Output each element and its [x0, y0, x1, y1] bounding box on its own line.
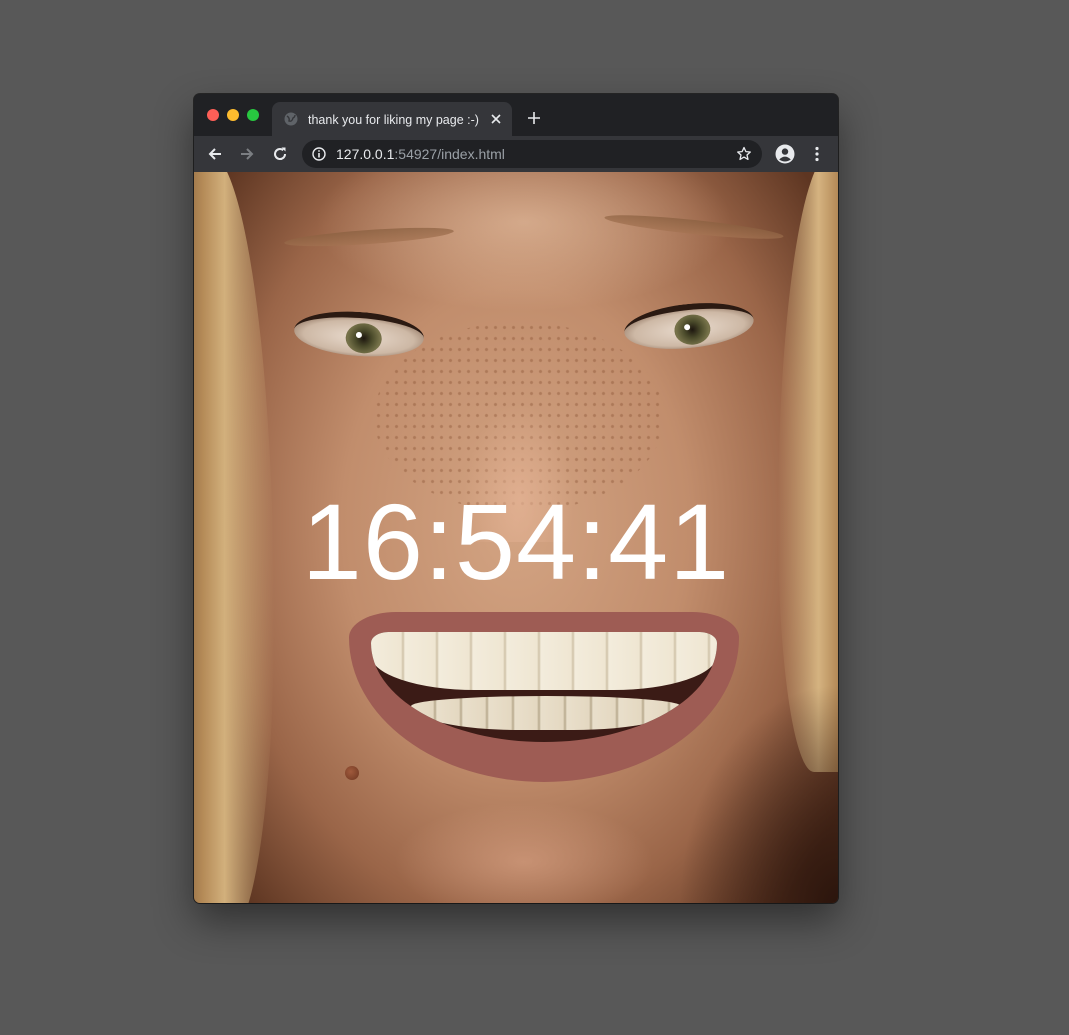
- eye-left: [292, 307, 426, 361]
- browser-tab[interactable]: thank you for liking my page :-): [272, 102, 512, 136]
- iris: [672, 312, 712, 347]
- beauty-mark: [345, 766, 359, 780]
- page-content: 16:54:41: [194, 172, 838, 903]
- reload-icon[interactable]: [271, 145, 289, 163]
- address-bar[interactable]: 127.0.0.1:54927/index.html: [302, 140, 762, 168]
- globe-icon: [284, 112, 298, 126]
- clock-display: 16:54:41: [301, 481, 731, 602]
- tab-bar: thank you for liking my page :-): [194, 94, 838, 136]
- url-path: :54927/index.html: [394, 146, 505, 162]
- toolbar: 127.0.0.1:54927/index.html: [194, 136, 838, 172]
- back-icon[interactable]: [206, 145, 224, 163]
- url-text[interactable]: 127.0.0.1:54927/index.html: [336, 145, 505, 163]
- window-minimize-button[interactable]: [227, 109, 239, 121]
- close-tab-icon[interactable]: [490, 113, 502, 125]
- lower-teeth: [411, 696, 681, 730]
- bookmark-star-icon[interactable]: [736, 146, 752, 162]
- url-host: 127.0.0.1: [336, 146, 395, 162]
- new-tab-icon[interactable]: [527, 111, 541, 125]
- chin: [394, 802, 654, 903]
- hair-right: [778, 172, 838, 772]
- iris: [344, 322, 383, 355]
- window-maximize-button[interactable]: [247, 109, 259, 121]
- forward-icon[interactable]: [238, 145, 256, 163]
- window-close-button[interactable]: [207, 109, 219, 121]
- browser-window: thank you for liking my page :-) 127.0.0…: [194, 94, 838, 903]
- more-vertical-icon[interactable]: [809, 145, 825, 163]
- eye-glint: [683, 323, 691, 331]
- eye-glint: [355, 331, 363, 339]
- info-icon[interactable]: [312, 147, 326, 161]
- tab-title: thank you for liking my page :-): [308, 113, 479, 127]
- upper-teeth: [371, 632, 717, 690]
- account-icon[interactable]: [775, 144, 795, 164]
- mouth-inner: [371, 632, 717, 742]
